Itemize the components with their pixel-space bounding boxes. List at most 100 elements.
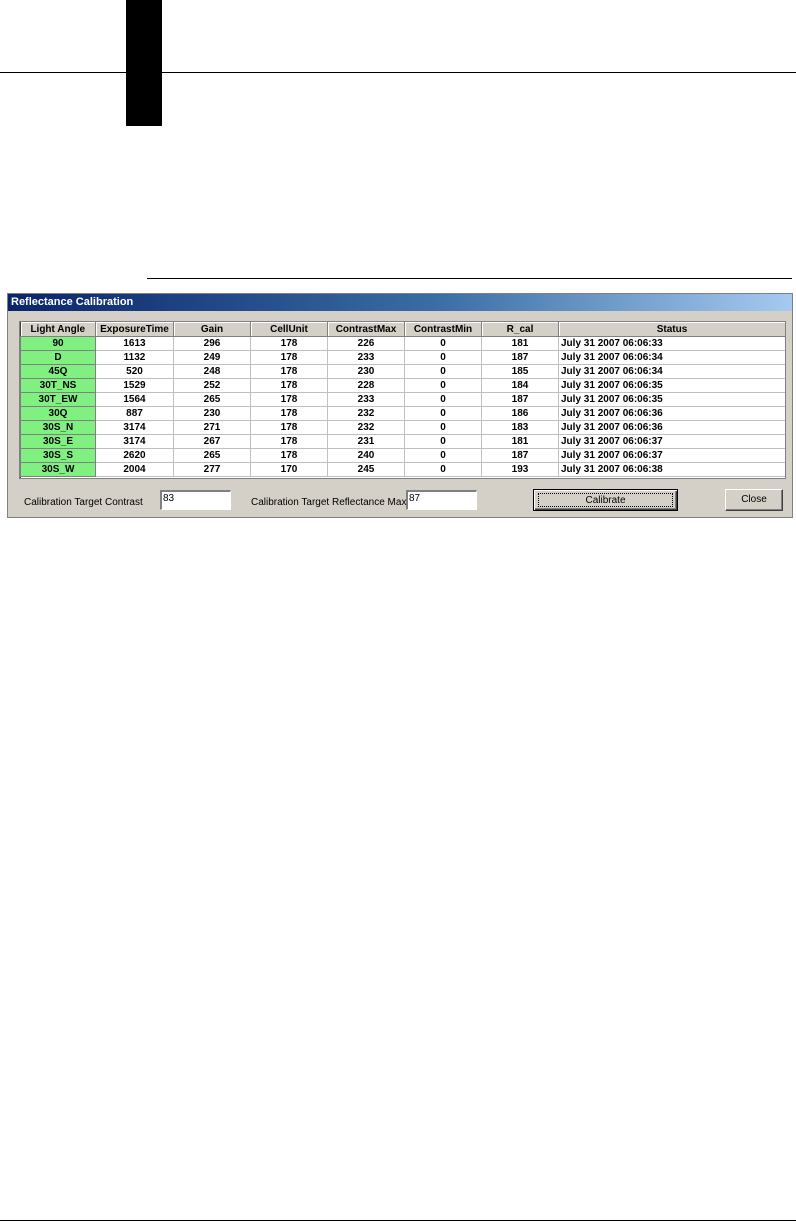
contrast-min-cell: 0 [404, 406, 482, 421]
status-cell: July 31 2007 06:06:34 [558, 350, 785, 365]
table-header-row: Light Angle ExposureTime Gain CellUnit C… [20, 322, 785, 337]
exposure-time-cell: 2620 [95, 448, 174, 463]
contrast-min-cell: 0 [404, 336, 482, 351]
contrast-min-cell: 0 [404, 392, 482, 407]
cell-unit-cell: 178 [250, 448, 328, 463]
column-header-contrast-max[interactable]: ContrastMax [327, 322, 405, 337]
reflectance-calibration-dialog: Reflectance Calibration Light Angle Expo… [7, 293, 793, 518]
status-cell: July 31 2007 06:06:37 [558, 434, 785, 449]
column-header-status[interactable]: Status [558, 322, 785, 337]
r-cal-cell: 181 [481, 434, 559, 449]
gain-cell: 265 [173, 392, 251, 407]
table-row[interactable]: 30T_NS 1529 252 178 228 0 184 July 31 2007 06:0… [20, 378, 785, 393]
cell-unit-cell: 170 [250, 462, 328, 477]
gain-cell: 249 [173, 350, 251, 365]
column-header-cell-unit[interactable]: CellUnit [250, 322, 328, 337]
light-angle-cell: 30S_W [20, 462, 96, 477]
calibration-grid[interactable]: Light Angle ExposureTime Gain CellUnit C… [19, 321, 786, 479]
gain-cell: 296 [173, 336, 251, 351]
column-header-r-cal[interactable]: R_cal [481, 322, 559, 337]
table-row[interactable]: 90 1613 296 178 226 0 181 July 31 2007 06:06:33 [20, 336, 785, 351]
exposure-time-cell: 3174 [95, 434, 174, 449]
dialog-title: Reflectance Calibration [8, 294, 792, 311]
header-rule [0, 72, 796, 73]
column-header-exposure-time[interactable]: ExposureTime [95, 322, 174, 337]
contrast-min-cell: 0 [404, 378, 482, 393]
contrast-max-cell: 232 [327, 406, 405, 421]
contrast-max-cell: 231 [327, 434, 405, 449]
table-row[interactable]: D 1132 249 178 233 0 187 July 31 2007 06:06:34 [20, 350, 785, 365]
r-cal-cell: 187 [481, 350, 559, 365]
table-row[interactable]: 30S_W 2004 277 170 245 0 193 July 31 2007 06:06… [20, 462, 785, 477]
cell-unit-cell: 178 [250, 406, 328, 421]
contrast-max-cell: 233 [327, 392, 405, 407]
gain-cell: 230 [173, 406, 251, 421]
contrast-min-cell: 0 [404, 350, 482, 365]
cell-unit-cell: 178 [250, 336, 328, 351]
manual-page: Reflectance Calibration Light Angle Expo… [0, 0, 796, 1225]
contrast-min-cell: 0 [404, 420, 482, 435]
column-header-contrast-min[interactable]: ContrastMin [404, 322, 482, 337]
cell-unit-cell: 178 [250, 350, 328, 365]
reflectance-max-label: Calibration Target Reflectance Max [251, 497, 407, 508]
exposure-time-cell: 2004 [95, 462, 174, 477]
calibration-table: Light Angle ExposureTime Gain CellUnit C… [20, 322, 785, 477]
r-cal-cell: 187 [481, 448, 559, 463]
contrast-max-cell: 245 [327, 462, 405, 477]
footer-rule [0, 1220, 796, 1221]
table-row[interactable]: 30Q 887 230 178 232 0 186 July 31 2007 06:06:36 [20, 406, 785, 421]
gain-cell: 277 [173, 462, 251, 477]
column-header-light-angle[interactable]: Light Angle [20, 322, 96, 337]
contrast-min-cell: 0 [404, 434, 482, 449]
r-cal-cell: 183 [481, 420, 559, 435]
light-angle-cell: 30T_EW [20, 392, 96, 407]
r-cal-cell: 184 [481, 378, 559, 393]
light-angle-cell: 45Q [20, 364, 96, 379]
cell-unit-cell: 178 [250, 392, 328, 407]
cell-unit-cell: 178 [250, 420, 328, 435]
status-cell: July 31 2007 06:06:35 [558, 378, 785, 393]
status-cell: July 31 2007 06:06:36 [558, 420, 785, 435]
section-rule [147, 278, 792, 279]
table-row[interactable]: 30T_EW 1564 265 178 233 0 187 July 31 2007 06:0… [20, 392, 785, 407]
contrast-min-cell: 0 [404, 364, 482, 379]
gain-cell: 267 [173, 434, 251, 449]
table-row[interactable]: 45Q 520 248 178 230 0 185 July 31 2007 06:06:34 [20, 364, 785, 379]
exposure-time-cell: 3174 [95, 420, 174, 435]
status-cell: July 31 2007 06:06:36 [558, 406, 785, 421]
light-angle-cell: D [20, 350, 96, 365]
contrast-max-cell: 240 [327, 448, 405, 463]
cell-unit-cell: 178 [250, 364, 328, 379]
calibrate-button[interactable]: Calibrate [533, 489, 678, 511]
exposure-time-cell: 1564 [95, 392, 174, 407]
r-cal-cell: 187 [481, 392, 559, 407]
cell-unit-cell: 178 [250, 434, 328, 449]
gain-cell: 271 [173, 420, 251, 435]
table-row[interactable]: 30S_S 2620 265 178 240 0 187 July 31 2007 06:06… [20, 448, 785, 463]
calibrate-button-label: Calibrate [538, 493, 673, 507]
reflectance-max-input[interactable]: 87 [406, 490, 477, 510]
status-cell: July 31 2007 06:06:33 [558, 336, 785, 351]
exposure-time-cell: 520 [95, 364, 174, 379]
light-angle-cell: 30S_S [20, 448, 96, 463]
r-cal-cell: 193 [481, 462, 559, 477]
contrast-min-cell: 0 [404, 462, 482, 477]
contrast-max-cell: 228 [327, 378, 405, 393]
r-cal-cell: 186 [481, 406, 559, 421]
column-header-gain[interactable]: Gain [173, 322, 251, 337]
close-button[interactable]: Close [725, 489, 783, 511]
contrast-max-cell: 232 [327, 420, 405, 435]
exposure-time-cell: 887 [95, 406, 174, 421]
contrast-max-cell: 233 [327, 350, 405, 365]
contrast-min-cell: 0 [404, 448, 482, 463]
light-angle-cell: 30Q [20, 406, 96, 421]
status-cell: July 31 2007 06:06:35 [558, 392, 785, 407]
status-cell: July 31 2007 06:06:34 [558, 364, 785, 379]
r-cal-cell: 181 [481, 336, 559, 351]
gain-cell: 265 [173, 448, 251, 463]
table-row[interactable]: 30S_E 3174 267 178 231 0 181 July 31 2007 06:06… [20, 434, 785, 449]
contrast-input[interactable]: 83 [160, 490, 231, 510]
cell-unit-cell: 178 [250, 378, 328, 393]
table-row[interactable]: 30S_N 3174 271 178 232 0 183 July 31 2007 06:06… [20, 420, 785, 435]
exposure-time-cell: 1132 [95, 350, 174, 365]
